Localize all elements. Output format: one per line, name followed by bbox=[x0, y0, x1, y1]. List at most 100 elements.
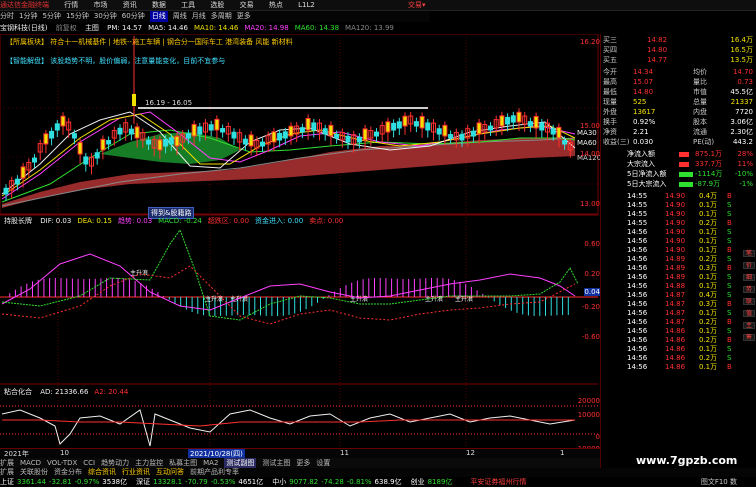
candle-body bbox=[220, 128, 226, 133]
period-tab[interactable]: 周线 bbox=[173, 11, 187, 22]
period-tab[interactable]: 30分钟 bbox=[94, 11, 117, 22]
indicator-tab[interactable]: 测试副图 bbox=[224, 458, 257, 468]
menu-item-news[interactable]: 资讯 bbox=[123, 0, 137, 11]
ask-price[interactable]: 14.77 bbox=[647, 56, 667, 65]
tick-time: 14:55 bbox=[627, 219, 648, 227]
adjust-mode[interactable]: 前复权 bbox=[56, 24, 77, 32]
candle-body bbox=[539, 122, 545, 131]
period-tab[interactable]: 5分钟 bbox=[42, 11, 60, 22]
candle-body bbox=[413, 121, 419, 127]
side-tab[interactable]: 价 bbox=[743, 262, 755, 269]
side-tab[interactable]: 笔 bbox=[743, 250, 755, 257]
period-tab[interactable]: 更多 bbox=[237, 11, 251, 22]
candle-body bbox=[488, 125, 493, 131]
period-tab[interactable]: 月线 bbox=[192, 11, 206, 22]
indicator-tab[interactable]: MA2 bbox=[203, 458, 218, 468]
menu-item-tools[interactable]: 工具 bbox=[181, 0, 195, 11]
ask-price[interactable]: 14.82 bbox=[647, 36, 667, 45]
period-tab[interactable]: 60分钟 bbox=[122, 11, 145, 22]
tick-price: 14.90 bbox=[665, 192, 686, 200]
candle-body bbox=[231, 131, 237, 139]
indicator2-header[interactable]: 粘合化合 AD: 21336.66 A2: 20.44 bbox=[4, 387, 140, 397]
flow-value: -1114万 bbox=[695, 170, 723, 178]
tick-price: 14.88 bbox=[665, 282, 686, 290]
indicator-tab[interactable]: VOL-TDX bbox=[47, 458, 77, 468]
indicator-tab[interactable]: MACD bbox=[20, 458, 41, 468]
tick-volume: 0.1万 bbox=[699, 345, 718, 353]
indicator-tab[interactable]: CCI bbox=[83, 458, 95, 468]
quote-row: 14:55 14.90 0.1万 S bbox=[603, 210, 753, 219]
side-tab[interactable]: 细 bbox=[743, 274, 755, 281]
menu-item-hq[interactable]: 行情 bbox=[64, 0, 78, 11]
menu-item-market[interactable]: 市场 bbox=[93, 0, 107, 11]
index-item[interactable]: 深证 13328.1 -70.79 -0.53% 4651亿 bbox=[136, 477, 266, 487]
side-tab[interactable]: 值 bbox=[743, 310, 755, 317]
ask-price[interactable]: 14.80 bbox=[647, 46, 667, 55]
menu-item-l1l2[interactable]: L1L2 bbox=[298, 0, 315, 11]
right-side-tabs: 笔价细势联值主筹 bbox=[743, 250, 756, 450]
chart-area[interactable]: 16.19 - 16.05 MA30 MA60 MA120 主升浪主升浪 主升浪主… bbox=[0, 34, 600, 448]
stat-value: 525 bbox=[633, 98, 647, 106]
side-tab[interactable]: 势 bbox=[743, 286, 755, 293]
candle-body bbox=[106, 140, 112, 145]
index-item[interactable]: 上证 3361.44 -32.81 -0.97% 3538亿 bbox=[0, 477, 130, 487]
period-tab[interactable]: 分时 bbox=[0, 11, 14, 22]
indicator-tab[interactable]: 主力监控 bbox=[135, 458, 163, 468]
indicator-tab[interactable]: 扩展 bbox=[0, 458, 14, 468]
trade-button[interactable]: 交易▾ bbox=[408, 0, 426, 11]
indicator-tab[interactable]: 设置 bbox=[316, 458, 330, 468]
side-tab[interactable]: 联 bbox=[743, 298, 755, 305]
quote-row: 14:55 14.90 0.2万 B bbox=[603, 219, 753, 228]
quote-row: 14:55 14.90 0.1万 S bbox=[603, 201, 753, 210]
bottom-link[interactable]: 扩展 bbox=[0, 468, 14, 477]
candle-body bbox=[356, 136, 362, 143]
indicator1-name[interactable]: 持股长牌 bbox=[4, 217, 32, 225]
index-item[interactable]: 中小 9077.82 -74.28 -0.81% 638.9亿 bbox=[272, 477, 404, 487]
period-tab[interactable]: 15分钟 bbox=[66, 11, 89, 22]
menu-item-trade[interactable]: 交易 bbox=[240, 0, 254, 11]
menu-item-select[interactable]: 选股 bbox=[210, 0, 224, 11]
macd-tick: -0.20 bbox=[581, 303, 600, 311]
quote-row: 14:56 14.88 0.1万 S bbox=[603, 282, 753, 291]
candle-body bbox=[470, 130, 476, 137]
candle-body bbox=[396, 121, 402, 129]
bottom-link[interactable]: 行业资讯 bbox=[122, 468, 150, 477]
bottom-link[interactable]: 互动问答 bbox=[156, 468, 184, 477]
indicator-tab[interactable]: 趋势动力 bbox=[101, 458, 129, 468]
stat-value: 21337 bbox=[730, 98, 753, 106]
candle-body bbox=[242, 138, 248, 145]
menu-item-data[interactable]: 数据 bbox=[152, 0, 166, 11]
ticker-note[interactable]: 平安证券福州行情 bbox=[470, 477, 526, 487]
index-ticker: 上证 3361.44 -32.81 -0.97% 3538亿 深证 13328.1 -70.7… bbox=[0, 477, 756, 487]
bottom-link[interactable]: 资金分布 bbox=[54, 468, 82, 477]
period-tab[interactable]: 日线 bbox=[149, 11, 168, 22]
stat-label: 今开 bbox=[603, 68, 617, 76]
candle-body bbox=[185, 133, 191, 139]
period-tab[interactable]: 多周期 bbox=[211, 11, 232, 22]
bottom-link[interactable]: 综合资讯 bbox=[88, 468, 116, 477]
bottom-link[interactable]: 前期产品利专率 bbox=[190, 468, 239, 477]
period-tab[interactable]: 1分钟 bbox=[19, 11, 37, 22]
indicator2-name[interactable]: 粘合化合 bbox=[4, 388, 32, 396]
side-tab[interactable]: 主 bbox=[743, 322, 755, 329]
side-tab[interactable]: 筹 bbox=[743, 334, 755, 341]
index-value: 9077.82 bbox=[289, 478, 319, 486]
stat-value: 14.80 bbox=[633, 88, 654, 96]
candle-body bbox=[510, 115, 516, 123]
indicator-tab[interactable]: 测试主图 bbox=[262, 458, 290, 468]
indicator-tab[interactable]: 私募主图 bbox=[169, 458, 197, 468]
index-amount: 4651亿 bbox=[238, 478, 264, 486]
bottom-link[interactable]: 关联股份 bbox=[20, 468, 48, 477]
indicator1-header[interactable]: 持股长牌 DIF: 0.03 DEA: 0.15 趋势: 0.03 MACD: -0.… bbox=[4, 216, 355, 226]
index-item[interactable]: 创业 8189亿 bbox=[411, 477, 465, 487]
indicator1-value: 资金进入: 0.00 bbox=[255, 217, 304, 225]
candle-body bbox=[288, 125, 294, 137]
candle-body bbox=[516, 111, 522, 123]
f10-link[interactable]: 图文F10 数 bbox=[701, 477, 737, 487]
quote-row: 今开 14.34 均价 14.70 bbox=[603, 68, 753, 77]
menu-item-hot[interactable]: 热点 bbox=[269, 0, 283, 11]
stat-label: 换手 bbox=[603, 118, 617, 126]
stat-value: 2.30亿 bbox=[730, 128, 753, 136]
indicator2-value: A2: 20.44 bbox=[94, 388, 129, 396]
indicator-tab[interactable]: 更多 bbox=[296, 458, 310, 468]
